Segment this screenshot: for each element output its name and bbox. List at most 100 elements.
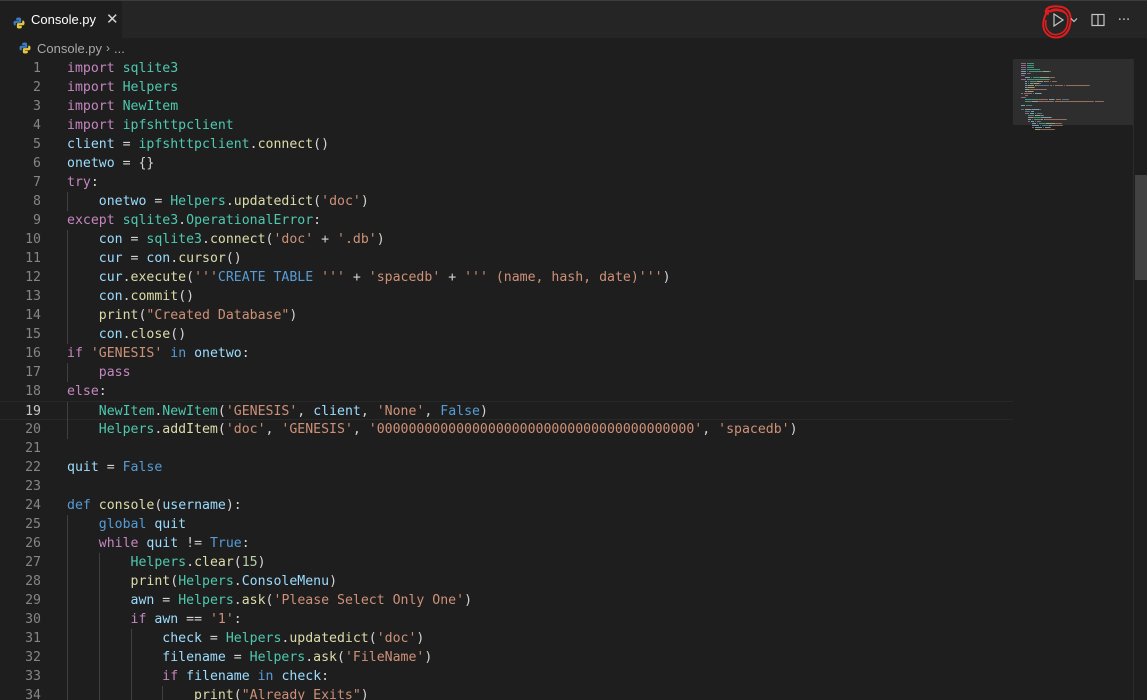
code-line[interactable]: 24 def console(username): <box>0 496 1013 515</box>
code-line[interactable]: 16 if 'GENESIS' in onetwo: <box>0 344 1013 363</box>
code-line[interactable]: 1 import sqlite3 <box>0 59 1013 78</box>
code-token: : <box>90 175 99 190</box>
code-line[interactable]: 27 Helpers.clear(15) <box>0 553 1013 572</box>
code-token: commit <box>130 289 179 304</box>
code-line[interactable]: 22 quit = False <box>0 458 1013 477</box>
minimap-token <box>1055 85 1064 86</box>
code-token: import <box>67 61 115 76</box>
code-line[interactable]: 28 print(Helpers.ConsoleMenu) <box>0 572 1013 591</box>
close-tab-icon[interactable]: ✕ <box>106 12 119 27</box>
code-line[interactable]: 12 cur.execute('''CREATE TABLE ''' + 'sp… <box>0 268 1013 287</box>
code-token: 'doc' <box>376 631 417 646</box>
breadcrumb-more[interactable]: ... <box>114 41 125 56</box>
minimap-token <box>1024 81 1028 82</box>
code-line[interactable]: 10 con = sqlite3.connect('doc' + '.db') <box>0 230 1013 249</box>
code-text: onetwo = Helpers.updatedict('doc') <box>67 192 369 211</box>
minimap-token <box>1024 113 1030 114</box>
code-token: 'FileName' <box>344 650 425 665</box>
code-line[interactable]: 25 global quit <box>0 515 1013 534</box>
tab-console-py[interactable]: Console.py ✕ <box>0 1 122 38</box>
line-number: 21 <box>25 441 41 456</box>
breadcrumb: Console.py › ... <box>0 38 1147 58</box>
vertical-scrollbar[interactable] <box>1133 59 1147 700</box>
code-token: = <box>114 137 139 152</box>
more-actions-button[interactable]: ··· <box>1114 10 1134 30</box>
code-line[interactable]: 34 print("Already Exits") <box>0 686 1013 700</box>
code-line[interactable]: 11 cur = con.cursor() <box>0 249 1013 268</box>
code-token: = <box>98 460 123 475</box>
code-token: connect <box>257 137 314 152</box>
line-number: 31 <box>25 631 41 646</box>
code-line[interactable]: 23 <box>0 477 1013 496</box>
code-line[interactable]: 3 import NewItem <box>0 97 1013 116</box>
code-text: onetwo = {} <box>67 154 154 173</box>
scrollbar-thumb[interactable] <box>1135 175 1147 280</box>
code-line[interactable]: 19 NewItem.NewItem('GENESIS', client, 'N… <box>0 401 1013 421</box>
code-line[interactable]: 33 if filename in check: <box>0 667 1013 686</box>
code-line[interactable]: 6 onetwo = {} <box>0 154 1013 173</box>
code-token: NewItem <box>98 404 155 419</box>
code-token: : <box>241 536 250 551</box>
code-token: ) <box>479 404 488 419</box>
minimap-token <box>1034 79 1049 80</box>
code-token: . <box>122 289 131 304</box>
code-line[interactable]: 26 while quit != True: <box>0 534 1013 553</box>
code-token: Helpers <box>178 574 234 589</box>
code-token: . <box>225 194 234 209</box>
minimap-token <box>1034 127 1042 128</box>
code-editor[interactable]: 1 import sqlite3 2 import Helpers 3 import Ne… <box>0 59 1013 700</box>
code-token: = <box>122 251 147 266</box>
code-token: ) <box>360 688 369 700</box>
code-text: filename = Helpers.ask('FileName') <box>67 648 432 667</box>
code-line[interactable]: 5 client = ipfshttpclient.connect() <box>0 135 1013 154</box>
code-line[interactable]: 17 pass <box>0 363 1013 382</box>
minimap-token <box>1048 79 1050 80</box>
code-token: Helpers <box>178 593 234 608</box>
code-line[interactable]: 32 filename = Helpers.ask('FileName') <box>0 648 1013 667</box>
code-text: if awn == '1': <box>67 610 242 629</box>
code-line[interactable]: 21 <box>0 439 1013 458</box>
code-token: ( <box>368 631 377 646</box>
run-dropdown-button[interactable] <box>1066 10 1082 30</box>
code-line[interactable]: 4 import ipfshttpclient <box>0 116 1013 135</box>
code-token: . <box>122 327 131 342</box>
code-token: check <box>162 631 202 646</box>
code-token: in <box>257 669 274 684</box>
code-token: . <box>122 270 131 285</box>
minimap-token <box>1039 99 1048 100</box>
code-line[interactable]: 9 except sqlite3.OperationalError: <box>0 211 1013 230</box>
code-token: client <box>313 404 361 419</box>
code-line[interactable]: 7 try: <box>0 173 1013 192</box>
code-line[interactable]: 13 con.commit() <box>0 287 1013 306</box>
code-token: ipfshttpclient <box>138 137 250 152</box>
code-token: quit <box>67 460 99 475</box>
code-line[interactable]: 18 else: <box>0 382 1013 401</box>
code-line[interactable]: 14 print("Created Database") <box>0 306 1013 325</box>
code-line[interactable]: 2 import Helpers <box>0 78 1013 97</box>
code-line[interactable]: 20 Helpers.addItem('doc', 'GENESIS', '00… <box>0 420 1013 439</box>
code-token: ) <box>662 270 671 285</box>
minimap[interactable] <box>1013 59 1133 700</box>
code-line[interactable]: 8 onetwo = Helpers.updatedict('doc') <box>0 192 1013 211</box>
breadcrumb-file[interactable]: Console.py <box>37 41 102 56</box>
minimap-token <box>1048 71 1051 72</box>
code-token: username <box>162 498 226 513</box>
code-token: ) <box>360 194 369 209</box>
code-line[interactable]: 30 if awn == '1': <box>0 610 1013 629</box>
code-token: 'doc' <box>321 194 361 209</box>
split-editor-button[interactable] <box>1088 10 1108 30</box>
code-token: ) <box>329 574 338 589</box>
code-line[interactable]: 29 awn = Helpers.ask('Please Select Only… <box>0 591 1013 610</box>
code-token: ) <box>257 555 266 570</box>
code-text: cur = con.cursor() <box>67 249 242 268</box>
code-token: 15 <box>241 555 258 570</box>
code-line[interactable]: 31 check = Helpers.updatedict('doc') <box>0 629 1013 648</box>
minimap-token <box>1030 121 1034 122</box>
code-line[interactable]: 15 con.close() <box>0 325 1013 344</box>
